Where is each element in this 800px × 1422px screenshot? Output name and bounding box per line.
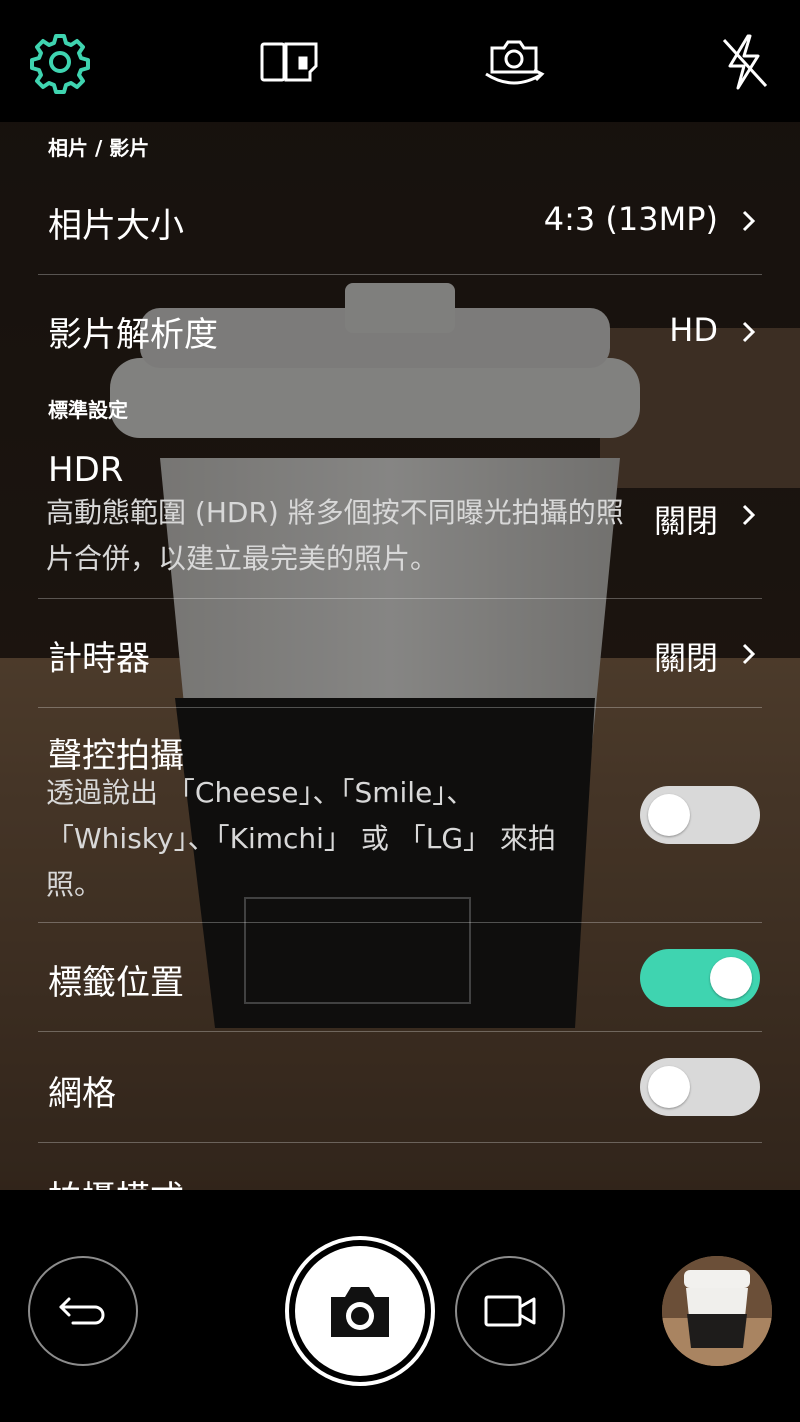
setting-value: 關閉 bbox=[653, 502, 718, 540]
setting-value: HD bbox=[669, 311, 718, 349]
storage-button[interactable] bbox=[248, 22, 328, 102]
grid-toggle[interactable] bbox=[640, 1058, 760, 1116]
camera-icon bbox=[331, 1287, 389, 1337]
setting-hdr[interactable]: HDR 高動態範圍 (HDR) 將多個按不同曝光拍攝的照片合併，以建立最完美的照… bbox=[38, 434, 762, 599]
top-bar bbox=[0, 0, 800, 122]
section-header-standard: 標準設定 bbox=[48, 398, 128, 422]
setting-voice-shutter: 聲控拍攝 透過說出 「Cheese」、「Smile」、「Whisky」、「Kim… bbox=[38, 708, 762, 923]
setting-label: 拍攝模式 bbox=[48, 1171, 184, 1190]
tag-location-toggle[interactable] bbox=[640, 949, 760, 1007]
setting-label: 標籤位置 bbox=[48, 963, 184, 1003]
voice-shutter-toggle[interactable] bbox=[640, 786, 760, 844]
setting-label: HDR bbox=[48, 450, 124, 490]
flash-button[interactable] bbox=[704, 22, 784, 102]
video-record-button[interactable] bbox=[455, 1256, 565, 1366]
setting-timer[interactable]: 計時器 關閉 bbox=[38, 599, 762, 708]
toggle-knob bbox=[648, 1066, 690, 1108]
setting-label: 網格 bbox=[48, 1074, 116, 1114]
switch-camera-button[interactable] bbox=[474, 22, 554, 102]
toggle-knob bbox=[710, 957, 752, 999]
setting-label: 相片大小 bbox=[48, 206, 184, 246]
flash-off-icon bbox=[722, 34, 768, 90]
gallery-preview-image bbox=[662, 1256, 772, 1366]
back-arrow-icon bbox=[59, 1297, 105, 1325]
settings-list: 相片 / 影片 相片大小 4:3 (13MP) 影片解析度 HD 標準設定 HD… bbox=[0, 122, 800, 1190]
gear-icon bbox=[30, 34, 90, 94]
toggle-knob bbox=[648, 794, 690, 836]
setting-description: 高動態範圍 (HDR) 將多個按不同曝光拍攝的照片合併，以建立最完美的照片。 bbox=[46, 496, 624, 575]
camera-settings-screen: 相片 / 影片 相片大小 4:3 (13MP) 影片解析度 HD 標準設定 HD… bbox=[0, 0, 800, 1422]
setting-value: 關閉 bbox=[653, 639, 718, 677]
bottom-bar bbox=[0, 1190, 800, 1422]
setting-shot-mode[interactable]: 拍攝模式 bbox=[38, 1143, 762, 1190]
section-header-photo-video: 相片 / 影片 bbox=[48, 136, 150, 160]
setting-value: 4:3 (13MP) bbox=[543, 200, 718, 238]
chevron-right-icon bbox=[738, 317, 760, 347]
settings-button[interactable] bbox=[20, 22, 100, 102]
gallery-thumbnail[interactable] bbox=[662, 1256, 772, 1366]
setting-tag-location: 標籤位置 bbox=[38, 923, 762, 1032]
chevron-right-icon bbox=[738, 206, 760, 236]
chevron-right-icon bbox=[738, 639, 760, 669]
setting-grid: 網格 bbox=[38, 1032, 762, 1143]
setting-photo-size[interactable]: 相片大小 4:3 (13MP) bbox=[38, 164, 762, 275]
setting-label: 計時器 bbox=[48, 639, 150, 679]
back-button[interactable] bbox=[28, 1256, 138, 1366]
shutter-button[interactable] bbox=[285, 1236, 435, 1386]
switch-camera-icon bbox=[485, 40, 545, 85]
sd-card-icon bbox=[260, 42, 318, 82]
setting-video-resolution[interactable]: 影片解析度 HD bbox=[38, 275, 762, 385]
shutter-inner bbox=[295, 1246, 425, 1376]
video-camera-icon bbox=[484, 1295, 536, 1327]
chevron-right-icon bbox=[738, 500, 760, 530]
setting-label: 影片解析度 bbox=[48, 315, 218, 355]
setting-description: 透過說出 「Cheese」、「Smile」、「Whisky」、「Kimchi」 … bbox=[46, 776, 556, 901]
